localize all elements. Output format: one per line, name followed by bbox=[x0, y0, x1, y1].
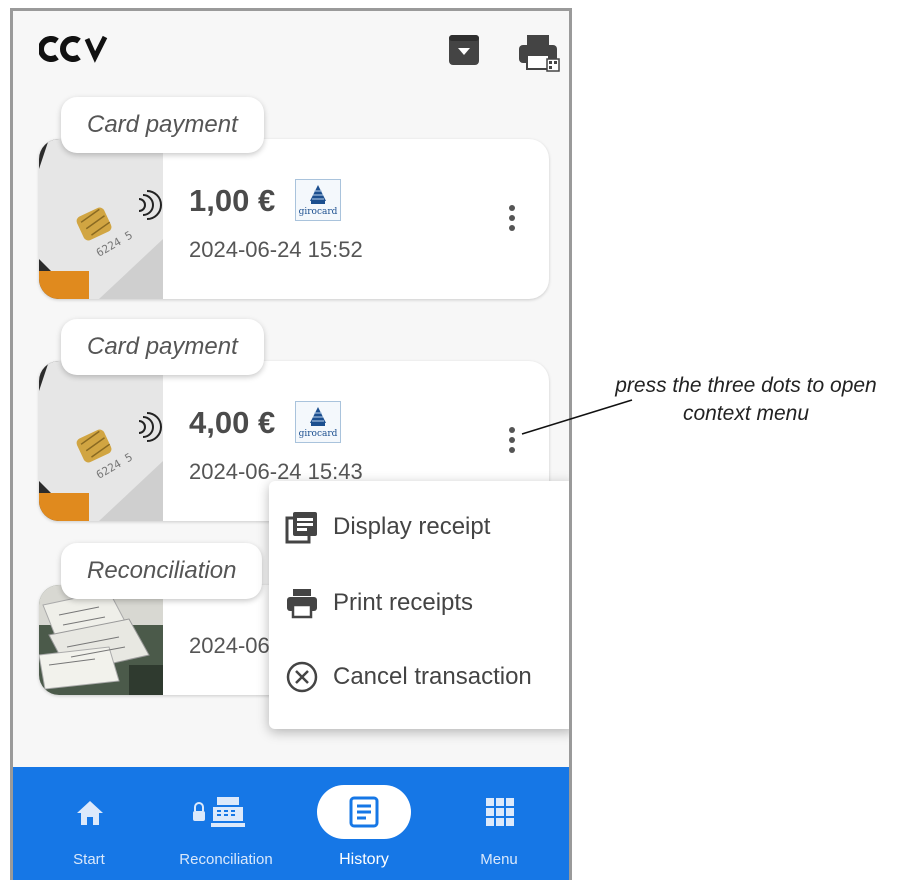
receipt-list-icon bbox=[285, 510, 319, 544]
bank-card-photo: 6224 5 bbox=[39, 139, 163, 299]
printer-qr-icon[interactable] bbox=[517, 33, 561, 73]
annotation-text: press the three dots to open context men… bbox=[590, 372, 902, 428]
receipts-pile-photo bbox=[39, 585, 163, 695]
more-options-icon[interactable] bbox=[505, 427, 519, 459]
nav-item-history[interactable]: History bbox=[309, 767, 419, 880]
transaction-type-tag: Card payment bbox=[61, 97, 264, 153]
nav-item-start[interactable]: Start bbox=[33, 767, 145, 880]
transaction-type-tag: Card payment bbox=[61, 319, 264, 375]
cancel-transaction-menu-item[interactable]: Cancel transaction bbox=[269, 643, 569, 713]
top-bar bbox=[13, 11, 569, 83]
transaction-date: 2024-06 bbox=[189, 633, 270, 658]
cancel-transaction-label: Cancel transaction bbox=[333, 663, 532, 690]
nav-item-menu[interactable]: Menu bbox=[443, 767, 555, 880]
bank-card-photo: 6224 5 bbox=[39, 361, 163, 521]
transaction-amount: 4,00 € bbox=[189, 405, 276, 440]
context-menu: Display receipt Print receipts Cancel tr… bbox=[269, 481, 569, 729]
document-list-icon bbox=[347, 795, 381, 834]
locked-register-icon bbox=[191, 795, 251, 836]
display-receipt-label: Display receipt bbox=[333, 513, 491, 540]
home-icon bbox=[75, 799, 105, 832]
transaction-card[interactable]: 6224 5 1,00 € girocard 2024-06-24 15:52 bbox=[39, 139, 549, 299]
archive-download-icon[interactable] bbox=[447, 33, 481, 67]
bottom-navigation: Start Reconciliation History Menu bbox=[13, 767, 569, 880]
transaction-date: 2024-06-24 15:52 bbox=[189, 237, 363, 262]
annotation-line-1: press the three dots to open bbox=[615, 374, 877, 397]
nav-label: Menu bbox=[480, 851, 518, 868]
transaction-amount: 1,00 € bbox=[189, 183, 276, 218]
nav-label: Start bbox=[73, 851, 105, 868]
ccv-logo bbox=[38, 35, 115, 70]
transaction-type-tag: Reconciliation bbox=[61, 543, 263, 599]
printer-icon bbox=[285, 586, 319, 620]
girocard-logo: girocard bbox=[295, 179, 341, 221]
phone-screen: 6224 5 1,00 € girocard 2024-06-24 15:52 … bbox=[10, 8, 572, 880]
nav-label: History bbox=[339, 851, 389, 868]
print-receipts-label: Print receipts bbox=[333, 589, 474, 616]
girocard-label: girocard bbox=[298, 429, 338, 439]
display-receipt-menu-item[interactable]: Display receipt bbox=[269, 493, 569, 563]
girocard-label: girocard bbox=[298, 207, 338, 217]
cancel-circle-icon bbox=[285, 660, 319, 694]
grid-icon bbox=[485, 797, 515, 832]
print-receipts-menu-item[interactable]: Print receipts bbox=[269, 569, 569, 639]
more-options-icon[interactable] bbox=[505, 205, 519, 237]
nav-label: Reconciliation bbox=[179, 851, 273, 868]
nav-item-reconciliation[interactable]: Reconciliation bbox=[161, 767, 291, 880]
girocard-logo: girocard bbox=[295, 401, 341, 443]
annotation-line-2: context menu bbox=[682, 402, 810, 425]
